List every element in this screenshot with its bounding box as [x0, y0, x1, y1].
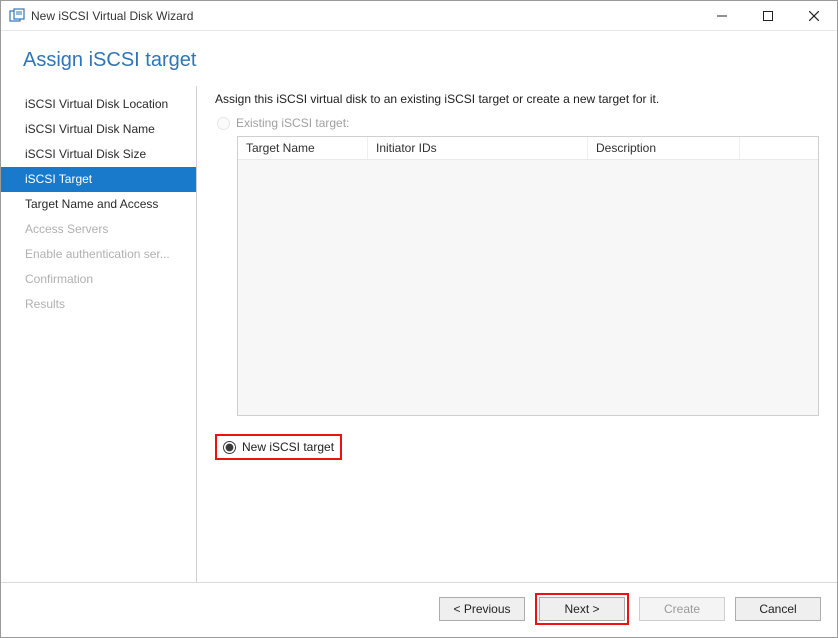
step-iscsi-target[interactable]: iSCSI Target: [1, 167, 196, 192]
step-label: iSCSI Virtual Disk Name: [25, 122, 155, 136]
cancel-button[interactable]: Cancel: [735, 597, 821, 621]
step-results: Results: [1, 292, 196, 317]
step-label: Target Name and Access: [25, 197, 158, 211]
step-label: Confirmation: [25, 272, 93, 286]
step-label: iSCSI Target: [25, 172, 92, 186]
window-title: New iSCSI Virtual Disk Wizard: [31, 9, 193, 23]
col-target-name[interactable]: Target Name: [238, 137, 368, 159]
step-label: Access Servers: [25, 222, 108, 236]
step-label: iSCSI Virtual Disk Size: [25, 147, 146, 161]
step-disk-size[interactable]: iSCSI Virtual Disk Size: [1, 142, 196, 167]
step-label: Results: [25, 297, 65, 311]
instruction-text: Assign this iSCSI virtual disk to an exi…: [215, 92, 819, 106]
radio-existing-target-input: [217, 117, 230, 130]
wizard-content: Assign this iSCSI virtual disk to an exi…: [197, 86, 837, 582]
col-extra: [740, 137, 818, 159]
step-disk-name[interactable]: iSCSI Virtual Disk Name: [1, 117, 196, 142]
maximize-button[interactable]: [745, 1, 791, 31]
highlight-new-target: New iSCSI target: [215, 434, 342, 460]
col-initiator-ids[interactable]: Initiator IDs: [368, 137, 588, 159]
step-target-name-access[interactable]: Target Name and Access: [1, 192, 196, 217]
previous-button[interactable]: < Previous: [439, 597, 525, 621]
titlebar: New iSCSI Virtual Disk Wizard: [1, 1, 837, 31]
minimize-button[interactable]: [699, 1, 745, 31]
wizard-body: iSCSI Virtual Disk Location iSCSI Virtua…: [1, 86, 837, 582]
step-access-servers: Access Servers: [1, 217, 196, 242]
close-button[interactable]: [791, 1, 837, 31]
page-header: Assign iSCSI target: [1, 31, 837, 86]
app-icon: [9, 8, 25, 24]
radio-existing-target-label: Existing iSCSI target:: [236, 116, 349, 130]
radio-new-target-label: New iSCSI target: [242, 440, 334, 454]
wizard-steps-sidebar: iSCSI Virtual Disk Location iSCSI Virtua…: [1, 86, 197, 582]
col-description[interactable]: Description: [588, 137, 740, 159]
existing-targets-table: Target Name Initiator IDs Description: [237, 136, 819, 416]
wizard-window: New iSCSI Virtual Disk Wizard Assign iSC…: [0, 0, 838, 638]
table-header-row: Target Name Initiator IDs Description: [238, 137, 818, 160]
step-confirmation: Confirmation: [1, 267, 196, 292]
wizard-footer: < Previous Next > Create Cancel: [1, 582, 837, 637]
step-disk-location[interactable]: iSCSI Virtual Disk Location: [1, 92, 196, 117]
radio-existing-target: Existing iSCSI target:: [217, 116, 819, 130]
next-button[interactable]: Next >: [539, 597, 625, 621]
step-label: Enable authentication ser...: [25, 247, 170, 261]
table-body-empty: [238, 160, 818, 416]
create-button: Create: [639, 597, 725, 621]
step-authentication: Enable authentication ser...: [1, 242, 196, 267]
highlight-next-button: Next >: [535, 593, 629, 625]
page-title: Assign iSCSI target: [23, 49, 815, 72]
step-label: iSCSI Virtual Disk Location: [25, 97, 168, 111]
radio-new-target[interactable]: New iSCSI target: [223, 440, 334, 454]
radio-new-target-input[interactable]: [223, 441, 236, 454]
